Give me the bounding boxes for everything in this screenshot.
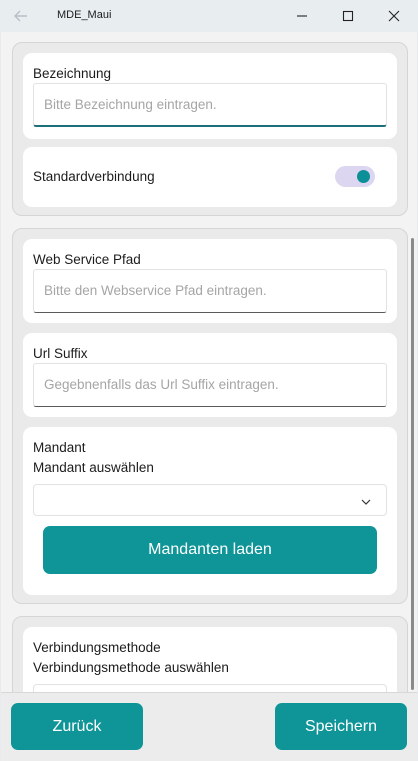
verbindung-label: Verbindungsmethode	[33, 640, 161, 655]
webservice-label: Web Service Pfad	[33, 252, 141, 267]
chevron-down-icon	[360, 493, 372, 512]
general-group: Bezeichnung Bitte Bezeichnung eintragen.…	[12, 42, 408, 216]
settings-scroll-area[interactable]: Bezeichnung Bitte Bezeichnung eintragen.…	[1, 32, 417, 692]
bezeichnung-card: Bezeichnung Bitte Bezeichnung eintragen.	[23, 53, 397, 139]
verbindung-sublabel: Verbindungsmethode auswählen	[33, 660, 229, 675]
bezeichnung-label: Bezeichnung	[33, 66, 112, 81]
verbindung-card: Verbindungsmethode Verbindungsmethode au…	[23, 627, 397, 692]
close-icon[interactable]	[384, 6, 404, 26]
urlsuffix-placeholder: Gegebnenfalls das Url Suffix eintragen.	[44, 377, 279, 392]
bezeichnung-placeholder: Bitte Bezeichnung eintragen.	[44, 97, 217, 112]
vertical-scrollbar[interactable]	[411, 238, 414, 690]
minimize-icon[interactable]	[292, 6, 312, 26]
connection-group: Web Service Pfad Bitte den Webservice Pf…	[12, 228, 408, 604]
verbindung-picker[interactable]	[33, 684, 387, 692]
mandanten-laden-button[interactable]: Mandanten laden	[43, 526, 377, 574]
urlsuffix-label: Url Suffix	[33, 346, 88, 361]
urlsuffix-input[interactable]: Gegebnenfalls das Url Suffix eintragen.	[33, 363, 387, 407]
back-button[interactable]: Zurück	[11, 703, 143, 750]
standardverbindung-card: Standardverbindung	[23, 147, 397, 207]
title-bar: MDE_Maui	[0, 0, 418, 32]
mandant-picker[interactable]	[33, 484, 387, 516]
webservice-input[interactable]: Bitte den Webservice Pfad eintragen.	[33, 269, 387, 313]
toggle-knob	[357, 170, 370, 183]
mandant-sublabel: Mandant auswählen	[33, 460, 154, 475]
webservice-card: Web Service Pfad Bitte den Webservice Pf…	[23, 239, 397, 323]
footer-bar: Zurück Speichern	[1, 692, 417, 761]
mandant-card: Mandant Mandant auswählen Mandanten lade…	[23, 427, 397, 595]
save-button[interactable]: Speichern	[275, 703, 407, 750]
bezeichnung-input[interactable]: Bitte Bezeichnung eintragen.	[33, 83, 387, 127]
webservice-placeholder: Bitte den Webservice Pfad eintragen.	[44, 283, 267, 298]
standardverbindung-toggle[interactable]	[335, 166, 375, 187]
window-title: MDE_Maui	[57, 9, 112, 21]
maximize-icon[interactable]	[338, 6, 358, 26]
back-arrow-icon[interactable]	[13, 8, 29, 24]
mandant-label: Mandant	[33, 440, 86, 455]
standardverbindung-label: Standardverbindung	[33, 169, 155, 184]
method-group: Verbindungsmethode Verbindungsmethode au…	[12, 616, 408, 692]
urlsuffix-card: Url Suffix Gegebnenfalls das Url Suffix …	[23, 333, 397, 417]
